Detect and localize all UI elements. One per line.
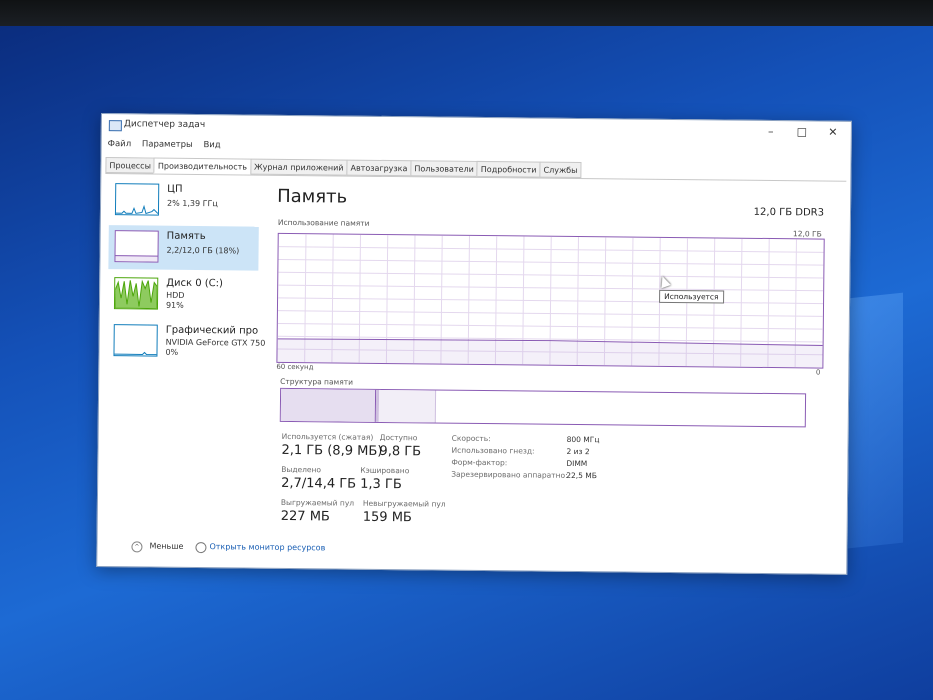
stat-nonpaged-value: 159 МБ [362,509,412,526]
task-manager-icon [108,120,122,132]
sidebar-item-cpu[interactable]: ЦП 2% 1,39 ГГц [109,178,259,224]
open-resource-monitor-link[interactable]: Открыть монитор ресурсов [209,542,325,552]
tab-processes[interactable]: Процессы [105,157,156,174]
gpu-thumbnail-graph [113,324,158,357]
tab-services[interactable]: Службы [539,161,582,179]
structure-in-use [280,388,377,422]
menu-file[interactable]: Файл [108,139,132,149]
spec-slots-value: 2 из 2 [566,446,590,457]
tab-performance[interactable]: Производительность [153,157,252,175]
memory-thumbnail-graph [114,230,159,263]
stat-available-label: Доступно [379,432,418,443]
sidebar-item-disk[interactable]: Диск 0 (C:) HDD 91% [108,272,258,318]
memory-usage-svg [277,234,824,368]
tab-startup[interactable]: Автозагрузка [346,159,412,177]
minimize-button[interactable]: – [756,123,786,141]
maximize-button[interactable]: □ [787,123,817,141]
stat-paged-label: Выгружаемый пул [280,497,355,508]
resource-monitor-icon [195,542,207,554]
stat-paged-value: 227 МБ [280,508,330,525]
menu-view[interactable]: Вид [203,140,220,150]
sidebar-item-sub: NVIDIA GeForce GTX 750 [165,337,266,348]
stat-nonpaged-label: Невыгружаемый пул [362,498,446,509]
fewer-details-button[interactable]: Меньше [149,542,183,551]
stat-cached-value: 1,3 ГБ [360,476,402,493]
sidebar-item-label: Диск 0 (C:) [166,277,224,290]
memory-structure-bar [279,387,807,428]
sidebar-item-label: Графический про [165,324,259,337]
usage-chart-max: 12,0 ГБ [792,229,822,239]
tab-app-history[interactable]: Журнал приложений [249,158,348,176]
spec-speed-label: Скорость: [451,433,491,444]
spec-speed-value: 800 МГц [566,434,600,445]
sidebar-item-sub: 2% 1,39 ГГц [167,198,218,209]
menu-options[interactable]: Параметры [142,139,193,150]
sidebar-item-memory[interactable]: Память 2,2/12,0 ГБ (18%) [108,225,259,271]
stat-available-value: 9,8 ГБ [379,443,422,460]
spec-slots-label: Использовано гнезд: [451,445,535,456]
sidebar-item-gpu[interactable]: Графический про NVIDIA GeForce GTX 750 0… [107,319,265,365]
stat-cached-label: Кэшировано [360,465,410,476]
stat-committed-label: Выделено [281,464,322,475]
axis-time-label: 60 секунд [276,362,314,372]
task-manager-window: Диспетчер задач – □ ✕ Файл Параметры Вид… [96,113,852,575]
cpu-thumbnail-graph [114,183,160,216]
sidebar-item-sub: 2,2/12,0 ГБ (18%) [166,245,240,256]
window-title: Диспетчер задач [123,119,206,131]
spec-reserved-value: 22,5 МБ [566,470,597,481]
axis-zero-label: 0 [815,368,821,377]
close-button[interactable]: ✕ [818,124,848,142]
sidebar-item-sub2: 91% [165,300,184,310]
stat-committed-value: 2,7/14,4 ГБ [281,475,357,492]
monitor-bezel [0,0,933,26]
usage-tooltip: Используется [659,289,724,304]
menu-bar: Файл Параметры Вид [108,139,229,150]
spec-reserved-label: Зарезервировано аппаратно: [451,469,568,480]
spec-form-factor-label: Форм-фактор: [451,457,508,468]
spec-form-factor-value: DIMM [566,458,588,469]
disk-thumbnail-graph [113,277,159,310]
page-title: Память [277,185,348,208]
tab-details[interactable]: Подробности [476,160,541,178]
sidebar-item-label: ЦП [167,183,183,195]
structure-standby [378,389,437,423]
chevron-up-icon[interactable]: ^ [131,541,143,553]
stat-in-use-label: Используется (сжатая) [281,431,374,442]
resource-sidebar: ЦП 2% 1,39 ГГц Память 2,2/12,0 ГБ (18%) … [107,178,265,368]
sidebar-item-sub: HDD [166,290,185,300]
sidebar-item-label: Память [166,230,206,243]
memory-type: 12,0 ГБ DDR3 [753,206,825,219]
memory-usage-graph [276,232,825,369]
sidebar-item-sub2: 0% [165,347,179,357]
tab-users[interactable]: Пользователи [410,160,478,177]
stat-in-use-value: 2,1 ГБ (8,9 МБ) [281,442,383,459]
structure-label: Структура памяти [280,376,354,387]
usage-chart-label: Использование памяти [277,217,370,228]
